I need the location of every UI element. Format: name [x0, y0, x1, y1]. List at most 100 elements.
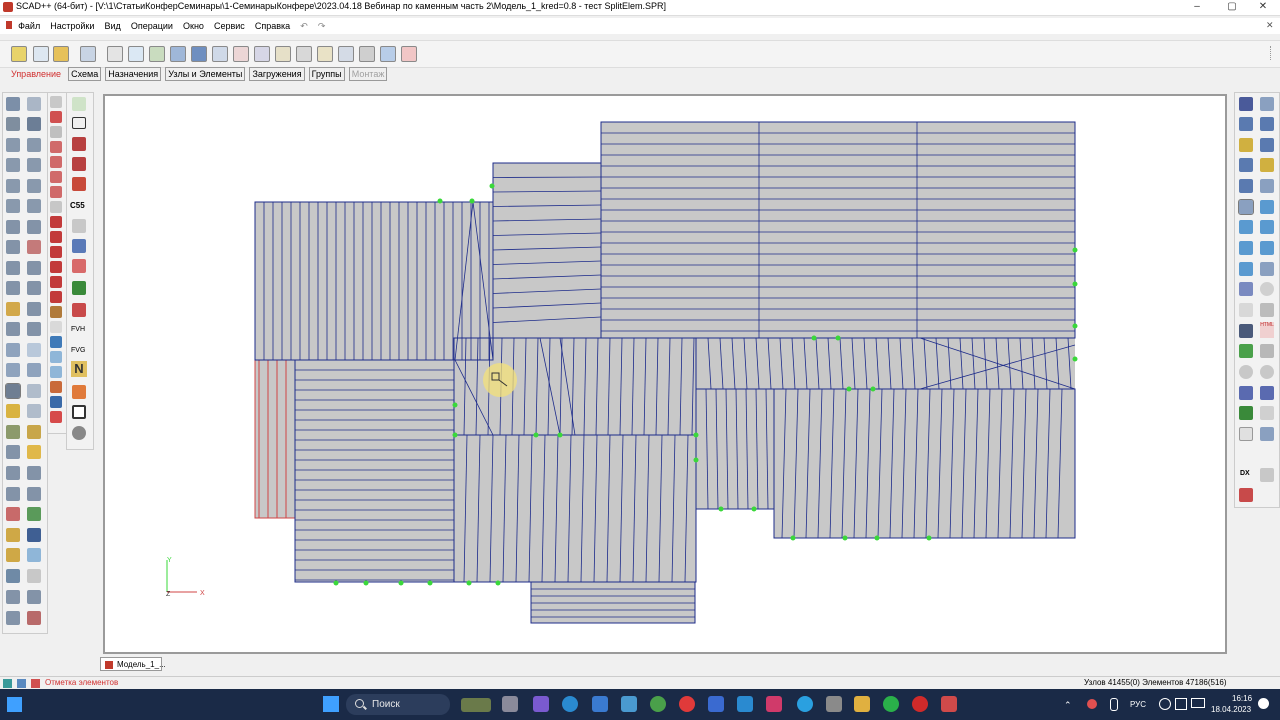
node-tool-1-icon[interactable] — [6, 138, 20, 152]
close-x-icon[interactable] — [401, 46, 417, 62]
mesh-tool-3-icon[interactable] — [6, 363, 20, 377]
taskbar-panel-icon[interactable] — [7, 697, 22, 712]
layers-tool-icon[interactable] — [27, 425, 41, 439]
telegram-icon[interactable] — [797, 696, 813, 712]
rotate-view-4-icon[interactable] — [1260, 138, 1274, 152]
skype-icon[interactable] — [737, 696, 753, 712]
narrow-tool-17-icon[interactable] — [50, 336, 62, 348]
narrow-tool-4-icon[interactable] — [50, 141, 62, 153]
narrow-tool-16-icon[interactable] — [50, 321, 62, 333]
element-tool-7-icon[interactable] — [6, 302, 20, 316]
extrude-tool-2-icon[interactable] — [27, 404, 41, 418]
brush-tool-icon[interactable] — [5, 383, 21, 399]
whatsapp-icon[interactable] — [883, 696, 899, 712]
tab-nodes-elements[interactable]: Узлы и Элементы — [165, 67, 246, 81]
node-tool-6-icon[interactable] — [27, 179, 41, 193]
open-project-icon[interactable] — [33, 46, 49, 62]
element-tool-8-icon[interactable] — [27, 302, 41, 316]
fit-frame-icon[interactable] — [72, 405, 86, 419]
pencil-tool-icon[interactable] — [6, 425, 20, 439]
mirror-tool-icon[interactable] — [27, 466, 41, 480]
network-app-icon[interactable] — [826, 696, 842, 712]
node-tool-7-icon[interactable] — [6, 199, 20, 213]
node-group-2-icon[interactable] — [27, 590, 41, 604]
n-tool-icon[interactable]: N — [71, 361, 87, 377]
taskbar-search[interactable]: Поиск — [346, 694, 450, 715]
table-tool-icon[interactable] — [6, 507, 20, 521]
node-group-4-icon[interactable] — [27, 611, 41, 625]
copy-icon[interactable] — [254, 46, 270, 62]
tab-groups[interactable]: Группы — [308, 67, 345, 81]
open-folder-icon[interactable] — [53, 46, 69, 62]
fragment-2-icon[interactable] — [1239, 303, 1253, 317]
narrow-tool-18-icon[interactable] — [50, 351, 62, 363]
scad-taskbar-icon[interactable] — [941, 696, 957, 712]
settings-window-icon[interactable] — [380, 46, 396, 62]
node-tool-2-icon[interactable] — [27, 138, 41, 152]
color-fill-icon[interactable] — [1239, 344, 1253, 358]
narrow-tool-15-icon[interactable] — [50, 306, 62, 318]
tab-management[interactable]: Управление — [8, 67, 64, 81]
calculate-icon[interactable] — [317, 46, 333, 62]
narrow-tool-1-icon[interactable] — [50, 96, 62, 108]
zoom-icon[interactable] — [1260, 282, 1274, 296]
tab-installation[interactable]: Монтаж — [348, 67, 388, 81]
fragment-1-icon[interactable] — [1239, 282, 1253, 296]
fvh-label[interactable]: FVH — [71, 326, 85, 333]
menu-view[interactable]: Вид — [104, 18, 120, 34]
cube-view-1-icon[interactable] — [1238, 199, 1254, 215]
box-tool-icon[interactable] — [27, 384, 41, 398]
close-document-icon[interactable]: ✕ — [1266, 20, 1276, 30]
battery-icon[interactable] — [1191, 698, 1205, 708]
clock-time[interactable]: 16:16 — [1232, 694, 1252, 703]
dx-label[interactable]: DX — [1240, 470, 1250, 477]
node-tool-4-icon[interactable] — [27, 158, 41, 172]
narrow-tool-6-icon[interactable] — [50, 171, 62, 183]
status-icon-2[interactable] — [17, 679, 26, 688]
split-tool-2-icon[interactable] — [27, 322, 41, 336]
mode-shape-icon[interactable] — [1260, 386, 1274, 400]
element-tool-5-icon[interactable] — [6, 281, 20, 295]
new-file-icon[interactable] — [11, 46, 27, 62]
undo-arrow-icon[interactable] — [50, 411, 62, 423]
array-tool-icon[interactable] — [6, 487, 20, 501]
element-tool-3-icon[interactable] — [6, 261, 20, 275]
menu-service[interactable]: Сервис — [214, 18, 245, 34]
word-icon[interactable] — [708, 696, 724, 712]
refresh-icon[interactable] — [72, 97, 86, 111]
wifi-icon[interactable] — [1159, 698, 1171, 710]
section-tool-3-icon[interactable] — [6, 548, 20, 562]
rotate-view-5-icon[interactable] — [1239, 158, 1253, 172]
grid-array-tool-icon[interactable] — [27, 487, 41, 501]
hand-icon[interactable] — [359, 46, 375, 62]
narrow-tool-19-icon[interactable] — [50, 366, 62, 378]
narrow-tool-12-icon[interactable] — [50, 261, 62, 273]
html-export-icon[interactable]: HTML — [1260, 322, 1274, 338]
rotate-view-2-icon[interactable] — [1260, 117, 1274, 131]
deformation-icon[interactable] — [1239, 386, 1253, 400]
task-view-icon[interactable] — [502, 696, 518, 712]
analysis-1-icon[interactable] — [72, 239, 86, 253]
tray-chevron-icon[interactable]: ⌃ — [1064, 700, 1072, 711]
pen-view-icon[interactable] — [1260, 97, 1274, 111]
taskbar-widget-icon[interactable] — [461, 698, 491, 712]
screenshot-icon[interactable] — [1239, 324, 1253, 338]
tab-loads[interactable]: Загружения — [249, 67, 305, 81]
rotate-view-6-icon[interactable] — [1260, 158, 1274, 172]
mesh-tool-4-icon[interactable] — [27, 363, 41, 377]
microphone-icon[interactable] — [1110, 698, 1118, 711]
menu-file[interactable]: Файл — [18, 18, 40, 34]
explorer-icon[interactable] — [854, 696, 870, 712]
narrow-tool-5-icon[interactable] — [50, 156, 62, 168]
chart-app-icon[interactable] — [766, 696, 782, 712]
rotate-view-3-icon[interactable] — [1239, 138, 1253, 152]
cube-view-5-icon[interactable] — [1239, 241, 1253, 255]
move-tool-icon[interactable] — [6, 445, 20, 459]
masonry-e-icon[interactable] — [72, 157, 86, 171]
element-tool-6-icon[interactable] — [27, 281, 41, 295]
cube-view-2-icon[interactable] — [1260, 200, 1274, 214]
preview-icon[interactable] — [128, 46, 144, 62]
node-tool-3-icon[interactable] — [6, 158, 20, 172]
numbering-icon[interactable] — [296, 46, 312, 62]
clock-date[interactable]: 18.04.2023 — [1211, 705, 1251, 714]
